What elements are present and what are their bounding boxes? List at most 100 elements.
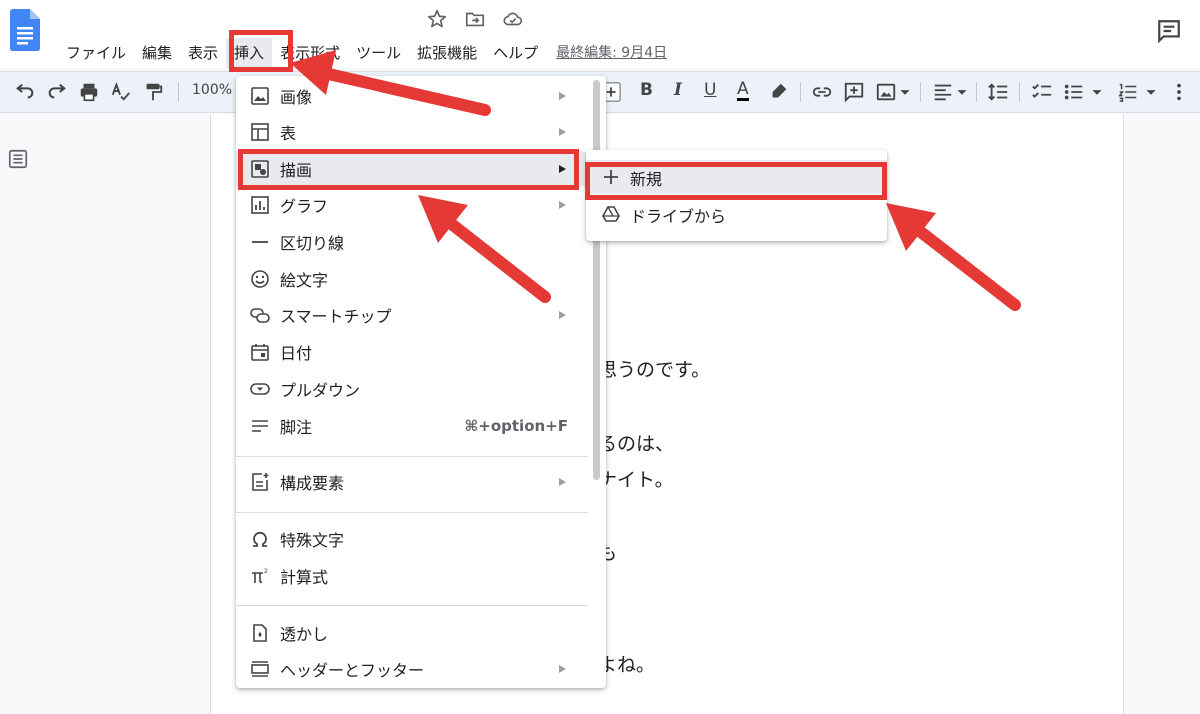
- menu-item-label: 透かし: [280, 625, 329, 644]
- undo-icon[interactable]: [14, 81, 36, 103]
- smart-chip-icon: [250, 308, 270, 323]
- highlight-box-drawing-item: [238, 149, 579, 190]
- google-docs-logo-icon[interactable]: [10, 9, 40, 51]
- menu-item-label: プルダウン: [280, 381, 361, 400]
- insert-smart-chip-item[interactable]: スマートチップ: [236, 298, 606, 332]
- submenu-arrow-icon: [559, 665, 566, 673]
- menu-divider: [236, 605, 588, 606]
- toolbar-separator: [800, 82, 801, 102]
- insert-date-item[interactable]: 日付: [236, 335, 606, 369]
- document-outline-icon[interactable]: [7, 148, 29, 170]
- menu-item-label: 日付: [280, 344, 313, 363]
- menu-help[interactable]: ヘルプ: [485, 38, 546, 68]
- app-header: ファイル 編集 表示 挿入 表示形式 ツール 拡張機能 ヘルプ 最終編集: 9月…: [0, 0, 1200, 68]
- menu-file[interactable]: ファイル: [58, 38, 134, 68]
- insert-header-footer-item[interactable]: ヘッダーとフッター: [236, 652, 606, 686]
- last-edit-link[interactable]: 最終編集: 9月4日: [556, 38, 667, 68]
- star-icon[interactable]: [426, 8, 448, 30]
- menu-item-label: 計算式: [280, 568, 329, 587]
- paint-format-icon[interactable]: [142, 81, 164, 103]
- submenu-arrow-icon: [559, 92, 566, 100]
- menu-view[interactable]: 表示: [180, 38, 226, 68]
- insert-chart-item[interactable]: グラフ: [236, 188, 606, 222]
- comment-icon[interactable]: [1156, 18, 1182, 44]
- omega-icon: [253, 531, 267, 547]
- cloud-saved-icon[interactable]: [502, 8, 524, 30]
- image-icon: [251, 87, 269, 105]
- svg-text:2: 2: [264, 568, 268, 575]
- toolbar-separator: [178, 82, 179, 102]
- add-comment-icon[interactable]: [843, 81, 865, 103]
- table-icon: [251, 123, 269, 141]
- print-icon[interactable]: [78, 81, 100, 103]
- menu-extensions[interactable]: 拡張機能: [409, 38, 485, 68]
- insert-watermark-item[interactable]: 透かし: [236, 616, 606, 650]
- italic-button[interactable]: I: [674, 80, 682, 100]
- calendar-icon: [251, 344, 269, 361]
- building-blocks-icon: [252, 473, 269, 491]
- chevron-down-icon[interactable]: [1145, 81, 1157, 103]
- highlight-box-new-item: [585, 162, 887, 200]
- emoji-icon: [251, 270, 269, 288]
- insert-horizontal-line-item[interactable]: 区切り線: [236, 225, 606, 259]
- chevron-down-icon[interactable]: [956, 81, 968, 103]
- move-to-folder-icon[interactable]: [464, 8, 486, 30]
- spellcheck-icon[interactable]: [110, 81, 132, 103]
- drive-icon: [602, 206, 620, 222]
- menu-bar: ファイル 編集 表示 挿入 表示形式 ツール 拡張機能 ヘルプ 最終編集: 9月…: [58, 38, 667, 68]
- menu-item-label: ヘッダーとフッター: [280, 661, 425, 680]
- insert-dropdown-item[interactable]: プルダウン: [236, 372, 606, 406]
- chart-icon: [251, 196, 269, 214]
- insert-table-item[interactable]: 表: [236, 115, 606, 149]
- toolbar-separator: [1019, 82, 1020, 102]
- submenu-arrow-icon: [559, 201, 566, 209]
- insert-building-blocks-item[interactable]: 構成要素: [236, 465, 606, 499]
- toolbar-separator: [920, 82, 921, 102]
- horizontal-line-icon: [252, 241, 268, 243]
- align-left-icon[interactable]: [932, 81, 954, 103]
- zoom-select[interactable]: 100%: [192, 82, 232, 98]
- more-options-icon[interactable]: [1168, 81, 1190, 103]
- checklist-icon[interactable]: [1031, 81, 1053, 103]
- insert-image-item[interactable]: 画像: [236, 79, 606, 113]
- document-text-line: よね。: [598, 654, 656, 676]
- line-spacing-icon[interactable]: [987, 81, 1009, 103]
- redo-icon[interactable]: [46, 81, 68, 103]
- underline-button[interactable]: U: [704, 80, 716, 100]
- menu-item-label: 構成要素: [280, 474, 345, 493]
- document-text-line: るのは、: [598, 433, 675, 455]
- insert-link-icon[interactable]: [811, 81, 833, 103]
- watermark-icon: [253, 624, 267, 642]
- menu-item-label: 区切り線: [280, 234, 345, 253]
- menu-tools[interactable]: ツール: [348, 38, 409, 68]
- menu-item-label: 絵文字: [280, 271, 329, 290]
- title-actions: [426, 8, 524, 30]
- text-color-button[interactable]: A: [737, 80, 749, 101]
- menu-item-label: スマートチップ: [280, 307, 392, 326]
- bulleted-list-icon[interactable]: [1063, 81, 1085, 103]
- bold-button[interactable]: B: [640, 80, 653, 100]
- chevron-down-icon[interactable]: [899, 81, 911, 103]
- insert-special-characters-item[interactable]: 特殊文字: [236, 522, 606, 556]
- header-footer-icon: [251, 661, 269, 677]
- menu-divider: [236, 456, 588, 457]
- highlight-box-insert-menu: [229, 30, 293, 72]
- submenu-arrow-icon: [559, 311, 566, 319]
- dropdown-icon: [250, 383, 270, 395]
- menu-edit[interactable]: 編集: [134, 38, 180, 68]
- insert-equation-item[interactable]: 2 計算式: [236, 559, 606, 593]
- submenu-arrow-icon: [559, 478, 566, 486]
- numbered-list-icon[interactable]: [1117, 81, 1139, 103]
- menu-item-label: 画像: [280, 88, 313, 107]
- highlight-color-icon[interactable]: [768, 81, 790, 103]
- insert-emoji-item[interactable]: 絵文字: [236, 262, 606, 296]
- menu-item-label: グラフ: [280, 197, 329, 216]
- submenu-arrow-icon: [559, 128, 566, 136]
- insert-footnote-item[interactable]: 脚注 ⌘+option+F: [236, 409, 606, 443]
- chevron-down-icon[interactable]: [1091, 81, 1103, 103]
- drawing-from-drive-item[interactable]: ドライブから: [586, 197, 887, 231]
- footnote-icon: [252, 420, 268, 432]
- submenu-item-label: ドライブから: [630, 207, 727, 226]
- insert-image-icon[interactable]: [875, 81, 897, 103]
- document-text-line: ナイト。: [598, 469, 674, 491]
